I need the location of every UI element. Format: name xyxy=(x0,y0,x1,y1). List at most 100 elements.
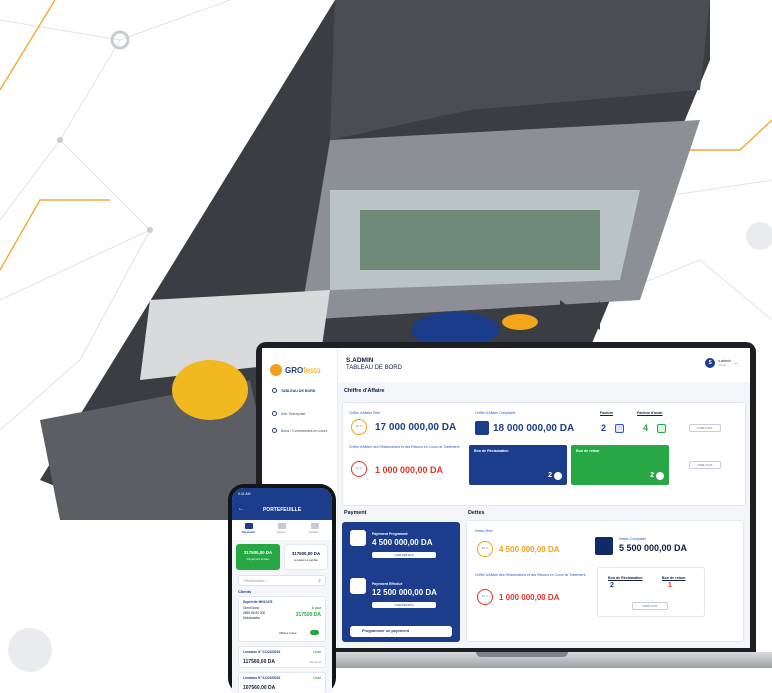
section-title-chiffre: Chiffre d'Affaire xyxy=(344,388,385,394)
invoice-icon[interactable] xyxy=(615,424,624,433)
tab-retour[interactable]: Retour xyxy=(265,523,298,534)
section-title-payment: Payment xyxy=(344,510,367,516)
facture-avoir-count: 4 xyxy=(643,423,649,433)
ca-reel-progress: 90 % xyxy=(351,419,367,435)
chart-icon xyxy=(595,537,613,555)
dettes-reclam-label: Chiffre d'Affaire des Réclamations et de… xyxy=(475,573,586,577)
payment-done-value: 12 500 000,00 DA xyxy=(372,588,437,597)
status-time: 9:41 AM xyxy=(238,492,251,496)
facture-count: 2 xyxy=(601,423,607,433)
sidebar-item-dashboard[interactable]: TABLEAU DE BORD xyxy=(272,388,315,393)
document-icon xyxy=(272,428,277,433)
payment-programmed-details-button[interactable]: VOIR DÉTAILS xyxy=(372,552,436,558)
bon-retour-count: 2 xyxy=(650,472,654,479)
clock-icon xyxy=(350,530,366,546)
voir-tout-bons-button[interactable]: VOIR TOUT xyxy=(689,461,721,469)
search-input[interactable]: Rechercher... ⌕ xyxy=(238,575,326,586)
chevron-down-icon: ⌄ xyxy=(733,360,738,366)
dettes-reel-progress: 55 % xyxy=(477,541,493,557)
dettes-bon-retour-count: 1 xyxy=(668,582,672,589)
phone-screen: 9:41 AM ← PORTEFEUILLE Payement Retour R… xyxy=(232,488,332,693)
dashboard-icon xyxy=(272,388,277,393)
clients-heading: Clients xyxy=(238,589,252,594)
bon-retour-tile[interactable]: Bon de retour 2 xyxy=(571,445,669,485)
ca-comptable-label: Chiffre d'Affaire Comptable xyxy=(475,411,516,415)
payment-programmed-value: 4 500 000,00 DA xyxy=(372,538,433,547)
logo-suffix: festo xyxy=(303,365,321,375)
delivery-card[interactable]: Livraison N° 0122425016 Livré 107560,00 … xyxy=(238,672,326,693)
tag-icon xyxy=(310,523,319,529)
show-returns-toggle[interactable] xyxy=(310,630,319,635)
phone-tabs: Payement Retour Réclam. xyxy=(232,520,332,540)
page-subtitle: TABLEAU DE BORD xyxy=(346,365,402,371)
section-title-dettes: Dettes xyxy=(468,510,485,516)
bon-reclamation-label: Bon de Réclamation xyxy=(474,449,509,453)
avatar: S xyxy=(705,358,716,368)
balance-to-pay[interactable]: 317500,00 DA Payement à faire xyxy=(236,544,280,570)
credit-note-icon[interactable] xyxy=(657,424,666,433)
client-phone: 0555 66 60 000 xyxy=(243,611,266,615)
tab-reclamation[interactable]: Réclam. xyxy=(298,523,331,534)
app-logo[interactable]: GROfesto xyxy=(270,364,321,376)
sidebar-item-label: Info. Entreprise xyxy=(281,411,306,416)
sidebar-item-label: Bons / Commandes en cours xyxy=(281,428,328,433)
dettes-comptable-label: Dettes Comptable xyxy=(619,537,647,541)
tab-payement[interactable]: Payement xyxy=(232,523,265,534)
dettes-comptable-value: 5 500 000,00 DA xyxy=(619,543,688,553)
payment-done-details-button[interactable]: VOIR DÉTAILS xyxy=(372,602,436,608)
truck-icon xyxy=(277,523,286,529)
chart-icon xyxy=(475,421,489,435)
bon-retour-label: Bon de retour xyxy=(576,449,600,453)
main-content: S.ADMIN TABLEAU DE BORD S s.admin Admin … xyxy=(338,348,750,648)
sidebar-item-orders[interactable]: Bons / Commandes en cours xyxy=(272,428,327,433)
dettes-bon-reclam-label[interactable]: Bon de Réclamation xyxy=(608,576,643,580)
laptop-notch xyxy=(476,652,568,657)
arrow-right-icon[interactable] xyxy=(554,472,562,480)
dettes-reel-label: Dettes Réel xyxy=(475,529,493,533)
ca-reclam-value: 1 000 000,00 DA xyxy=(375,465,444,475)
dettes-reclam-value: 1 000 000,00 DA xyxy=(499,593,560,602)
search-icon[interactable]: ⌕ xyxy=(318,577,321,586)
sidebar-item-company-info[interactable]: Info. Entreprise xyxy=(272,411,305,416)
payment-card: Payement Programmé 4 500 000,00 DA VOIR … xyxy=(342,522,460,642)
logo-brand: GRO xyxy=(285,365,304,375)
dettes-bon-retour-label[interactable]: Bon de retour xyxy=(662,576,686,580)
ca-reel-value: 17 000 000,00 DA xyxy=(375,422,457,433)
book-icon xyxy=(244,523,253,529)
dettes-reclam-progress: 15 % xyxy=(477,589,493,605)
client-status: À jour xyxy=(311,606,321,610)
user-menu[interactable]: S s.admin Admin ⌄ xyxy=(705,358,738,368)
facture-label[interactable]: Facture xyxy=(600,411,613,415)
bon-reclamation-tile[interactable]: Bon de Réclamation 2 xyxy=(469,445,567,485)
dettes-reel-value: 4 500 000,00 DA xyxy=(499,545,560,554)
ca-reel-label: Chiffre d'Affaire Réel xyxy=(349,411,381,415)
chiffre-card: Chiffre d'Affaire Réel 90 % 17 000 000,0… xyxy=(342,402,746,506)
arrow-right-icon[interactable] xyxy=(656,472,664,480)
filter-label: Afficher retour xyxy=(279,631,297,635)
top-bar: S.ADMIN TABLEAU DE BORD S s.admin Admin … xyxy=(338,348,750,382)
voir-tout-factures-button[interactable]: VOIR TOUT xyxy=(689,424,721,432)
dettes-bon-reclam-count: 2 xyxy=(610,582,614,589)
info-icon xyxy=(272,411,277,416)
schedule-payment-button[interactable]: Programmer un payement xyxy=(350,626,452,637)
ca-reclam-label: Chiffre d'Affaire des Réclamations et de… xyxy=(349,445,460,449)
balance-to-verify[interactable]: 317500,00 DA Livraison à verifier xyxy=(284,544,328,570)
client-city: Mohamadia xyxy=(243,616,260,620)
client-person: Gient Nono xyxy=(243,606,260,610)
dettes-voir-tout-button[interactable]: VOIR TOUT xyxy=(632,602,668,610)
logo-mark-icon xyxy=(270,364,282,376)
facture-avoir-label[interactable]: Facture d'avoir xyxy=(637,411,663,415)
client-card[interactable]: Supérette MH12476 Gient Nono 0555 66 60 … xyxy=(238,596,326,642)
page-title: S.ADMIN xyxy=(346,357,374,364)
delivery-card[interactable]: Livraison N° 0122425016 Livré 117560,00 … xyxy=(238,646,326,668)
payment-done-label: Payement Effectué xyxy=(372,582,403,586)
client-name: Supérette MH12476 xyxy=(243,600,273,604)
user-role: Admin xyxy=(718,363,727,367)
phone-mockup: 9:41 AM ← PORTEFEUILLE Payement Retour R… xyxy=(228,484,336,693)
sidebar-item-label: TABLEAU DE BORD xyxy=(281,388,316,393)
phone-title: PORTEFEUILLE xyxy=(262,507,302,513)
dettes-bons-card: Bon de Réclamation 2 Bon de retour 1 VOI… xyxy=(597,567,705,617)
ca-comptable-value: 18 000 000,00 DA xyxy=(493,423,575,434)
bon-reclamation-count: 2 xyxy=(548,472,552,479)
phone-header: 9:41 AM ← PORTEFEUILLE xyxy=(232,488,332,520)
